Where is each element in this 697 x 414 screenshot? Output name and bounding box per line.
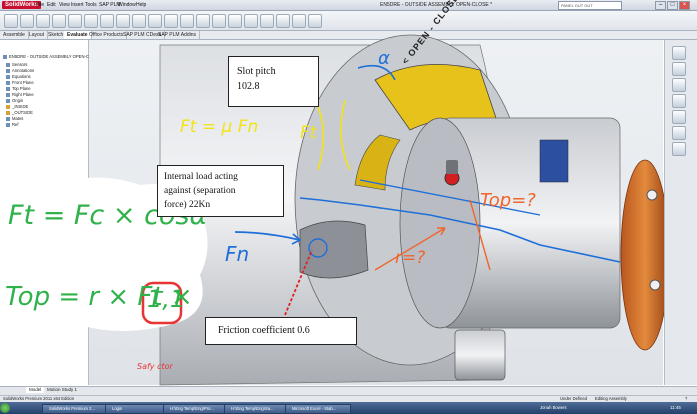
appearances-icon[interactable]: [672, 126, 686, 140]
tab-motion-study[interactable]: Motion Study 1: [44, 387, 80, 393]
help-icon[interactable]: ?: [685, 395, 687, 402]
slot-pitch-label: Slot pitch: [237, 66, 276, 77]
ink-fn-label: Fn: [225, 242, 250, 266]
friction-note: Friction coefficient 0.6: [205, 317, 357, 345]
tab-model[interactable]: Model: [26, 387, 45, 393]
load-line-3: force) 22Kn: [164, 200, 211, 210]
slot-pitch-value: 102.8: [237, 81, 260, 92]
slot-pitch-note: Slot pitch 102.8: [228, 56, 319, 107]
status-definition: Under Defined: [560, 396, 588, 401]
slot-cut: [299, 220, 369, 279]
ink-eq-ft-local: Ft = μ Fn: [180, 117, 259, 137]
taskbar-item-excel[interactable]: Microsoft Excel - Stab...: [285, 404, 351, 414]
ink-safety-value: 1,1: [147, 285, 186, 313]
load-line-2: against (separation: [164, 186, 236, 196]
internal-load-note: Internal load acting against (separation…: [157, 165, 284, 217]
taskbar-item-login[interactable]: Login: [105, 404, 168, 414]
load-line-1: Internal load acting: [164, 172, 238, 182]
ink-alpha: α: [378, 48, 390, 69]
taskbar-user: Jonah Bowers: [540, 405, 567, 410]
design-library-icon[interactable]: [672, 62, 686, 76]
friction-label: Friction coefficient 0.6: [218, 325, 310, 336]
ink-safety-caption: Safy ctor: [137, 362, 173, 371]
ink-top-label: Top=?: [480, 190, 536, 211]
search-icon[interactable]: [672, 94, 686, 108]
taskbar-item-explorer-1[interactable]: H:\Eng Temp\Eng\Pro...: [163, 404, 229, 414]
orange-flange: [620, 159, 670, 351]
start-button[interactable]: [0, 403, 10, 413]
resources-icon[interactable]: [672, 46, 686, 60]
view-palette-icon[interactable]: [672, 110, 686, 124]
taskbar-item-solidworks[interactable]: SolidWorks Premium 2...: [42, 404, 110, 414]
custom-properties-icon[interactable]: [672, 142, 686, 156]
brand-label: [539, 139, 569, 183]
taskbar-item-explorer-2[interactable]: H:\Eng Temp\Eng\Sa...: [224, 404, 290, 414]
taskbar-clock: 11:45: [670, 405, 681, 410]
ink-r-label: r=?: [395, 248, 426, 268]
ink-ft-label: Ft: [300, 123, 317, 143]
status-edition: SolidWorks Premium 2011 x64 Edition: [3, 396, 75, 401]
bottom-tabs: [0, 386, 697, 395]
file-explorer-icon[interactable]: [672, 78, 686, 92]
status-mode: Editing Assembly: [595, 396, 627, 401]
